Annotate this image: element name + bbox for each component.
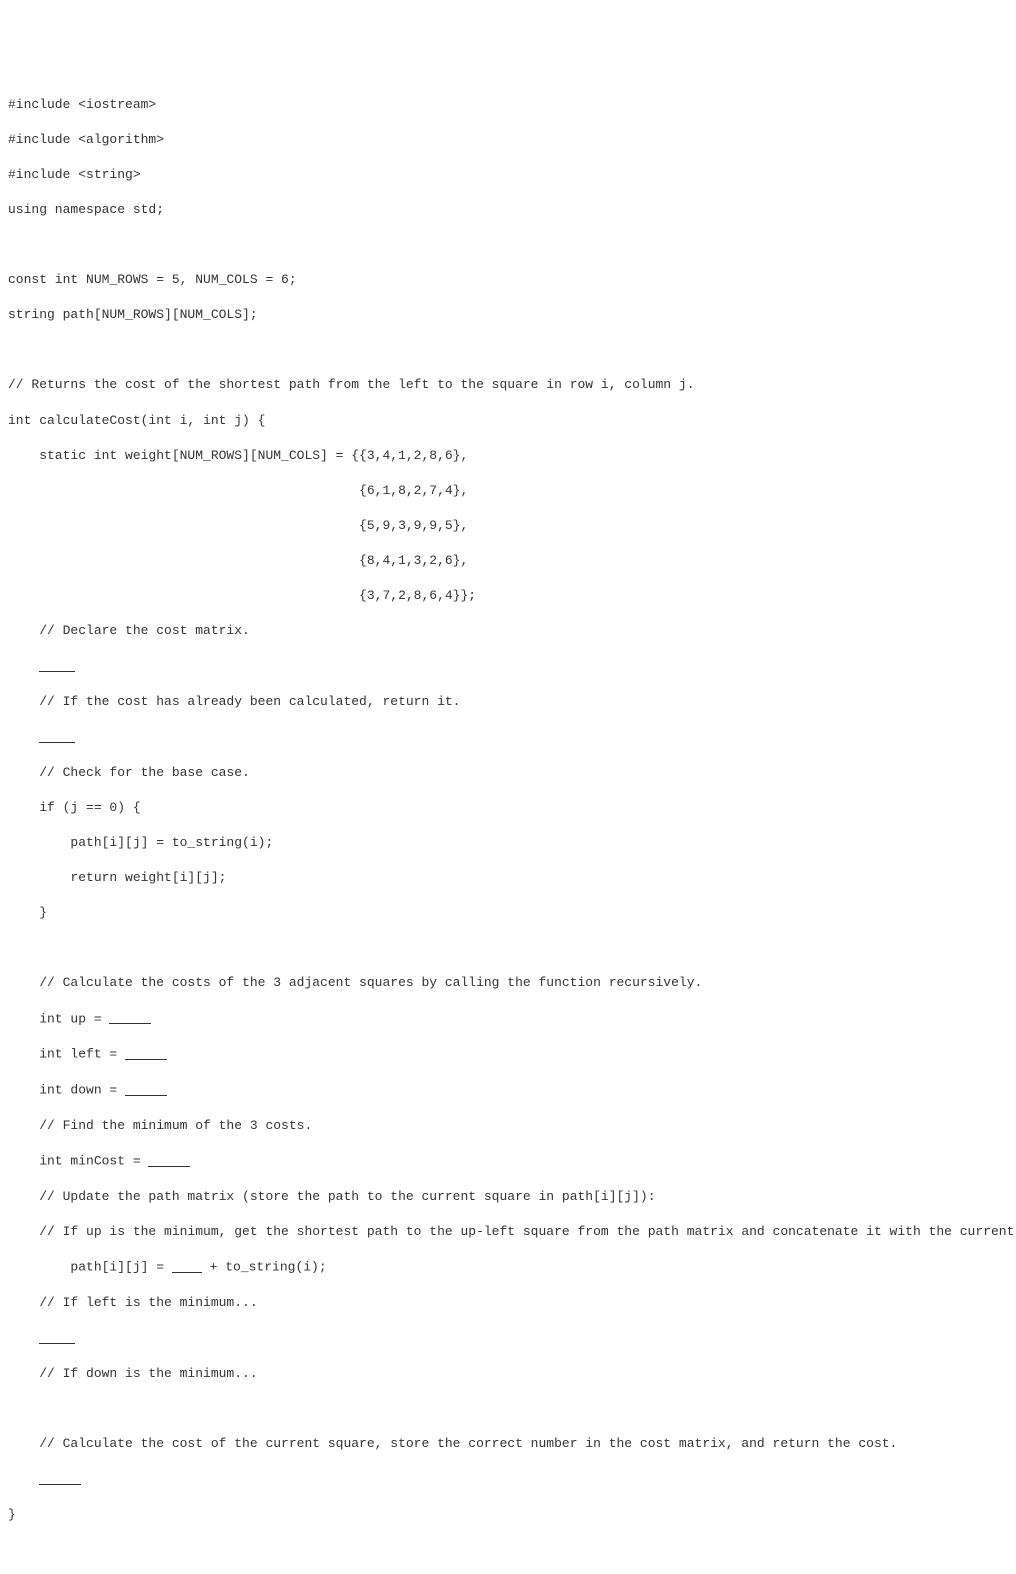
code-text: path[i][j] = (8, 1260, 172, 1275)
code-text: int up = (8, 1011, 109, 1026)
code-line: path[i][j] = to_string(i); (8, 834, 1008, 852)
code-line: int down = (8, 1081, 1008, 1099)
blank-fill (109, 1012, 151, 1025)
code-line: // If down is the minimum... (8, 1365, 1008, 1383)
code-line: // Returns the cost of the shortest path… (8, 376, 1008, 394)
code-line: // Declare the cost matrix. (8, 622, 1008, 640)
code-text: int down = (8, 1083, 125, 1098)
code-line: #include <iostream> (8, 96, 1008, 114)
code-line: // Calculate the cost of the current squ… (8, 1435, 1008, 1453)
code-line: {8,4,1,3,2,6}, (8, 552, 1008, 570)
code-line: // If left is the minimum... (8, 1294, 1008, 1312)
code-line: static int weight[NUM_ROWS][NUM_COLS] = … (8, 447, 1008, 465)
code-line (8, 1329, 1008, 1347)
code-line: } (8, 1506, 1008, 1524)
blank-fill (172, 1260, 202, 1273)
code-line: return weight[i][j]; (8, 869, 1008, 887)
code-line: path[i][j] = + to_string(i); (8, 1258, 1008, 1276)
code-line: if (j == 0) { (8, 799, 1008, 817)
code-line: int minCost = (8, 1152, 1008, 1170)
blank-fill (125, 1047, 167, 1060)
code-line: {3,7,2,8,6,4}}; (8, 587, 1008, 605)
code-line: int up = (8, 1010, 1008, 1028)
code-line: string path[NUM_ROWS][NUM_COLS]; (8, 306, 1008, 324)
code-line (8, 728, 1008, 746)
blank-fill (39, 1331, 75, 1344)
code-line: using namespace std; (8, 201, 1008, 219)
code-line: // Check for the base case. (8, 764, 1008, 782)
code-line: // Calculate the costs of the 3 adjacent… (8, 974, 1008, 992)
code-line (8, 1400, 1008, 1418)
code-line: {6,1,8,2,7,4}, (8, 482, 1008, 500)
code-line: // Find the minimum of the 3 costs. (8, 1117, 1008, 1135)
code-line: // Update the path matrix (store the pat… (8, 1188, 1008, 1206)
code-text: int left = (8, 1047, 125, 1062)
code-line (8, 236, 1008, 254)
blank-fill (39, 1472, 81, 1485)
code-line (8, 1470, 1008, 1488)
code-line: int left = (8, 1045, 1008, 1063)
blank-fill (148, 1154, 190, 1167)
code-text: int minCost = (8, 1154, 148, 1169)
blank-fill (125, 1083, 167, 1096)
code-line: const int NUM_ROWS = 5, NUM_COLS = 6; (8, 271, 1008, 289)
code-line: #include <string> (8, 166, 1008, 184)
code-line: // If the cost has already been calculat… (8, 693, 1008, 711)
code-line: {5,9,3,9,9,5}, (8, 517, 1008, 535)
code-listing: #include <iostream> #include <algorithm>… (8, 78, 1008, 1574)
code-line: int calculateCost(int i, int j) { (8, 412, 1008, 430)
code-line: #include <algorithm> (8, 131, 1008, 149)
code-line (8, 657, 1008, 675)
blank-fill (39, 659, 75, 672)
blank-fill (39, 730, 75, 743)
code-line (8, 939, 1008, 957)
code-line (8, 1541, 1008, 1559)
code-line: } (8, 904, 1008, 922)
code-line (8, 341, 1008, 359)
code-text: + to_string(i); (202, 1260, 327, 1275)
code-line: // If up is the minimum, get the shortes… (8, 1223, 1008, 1241)
